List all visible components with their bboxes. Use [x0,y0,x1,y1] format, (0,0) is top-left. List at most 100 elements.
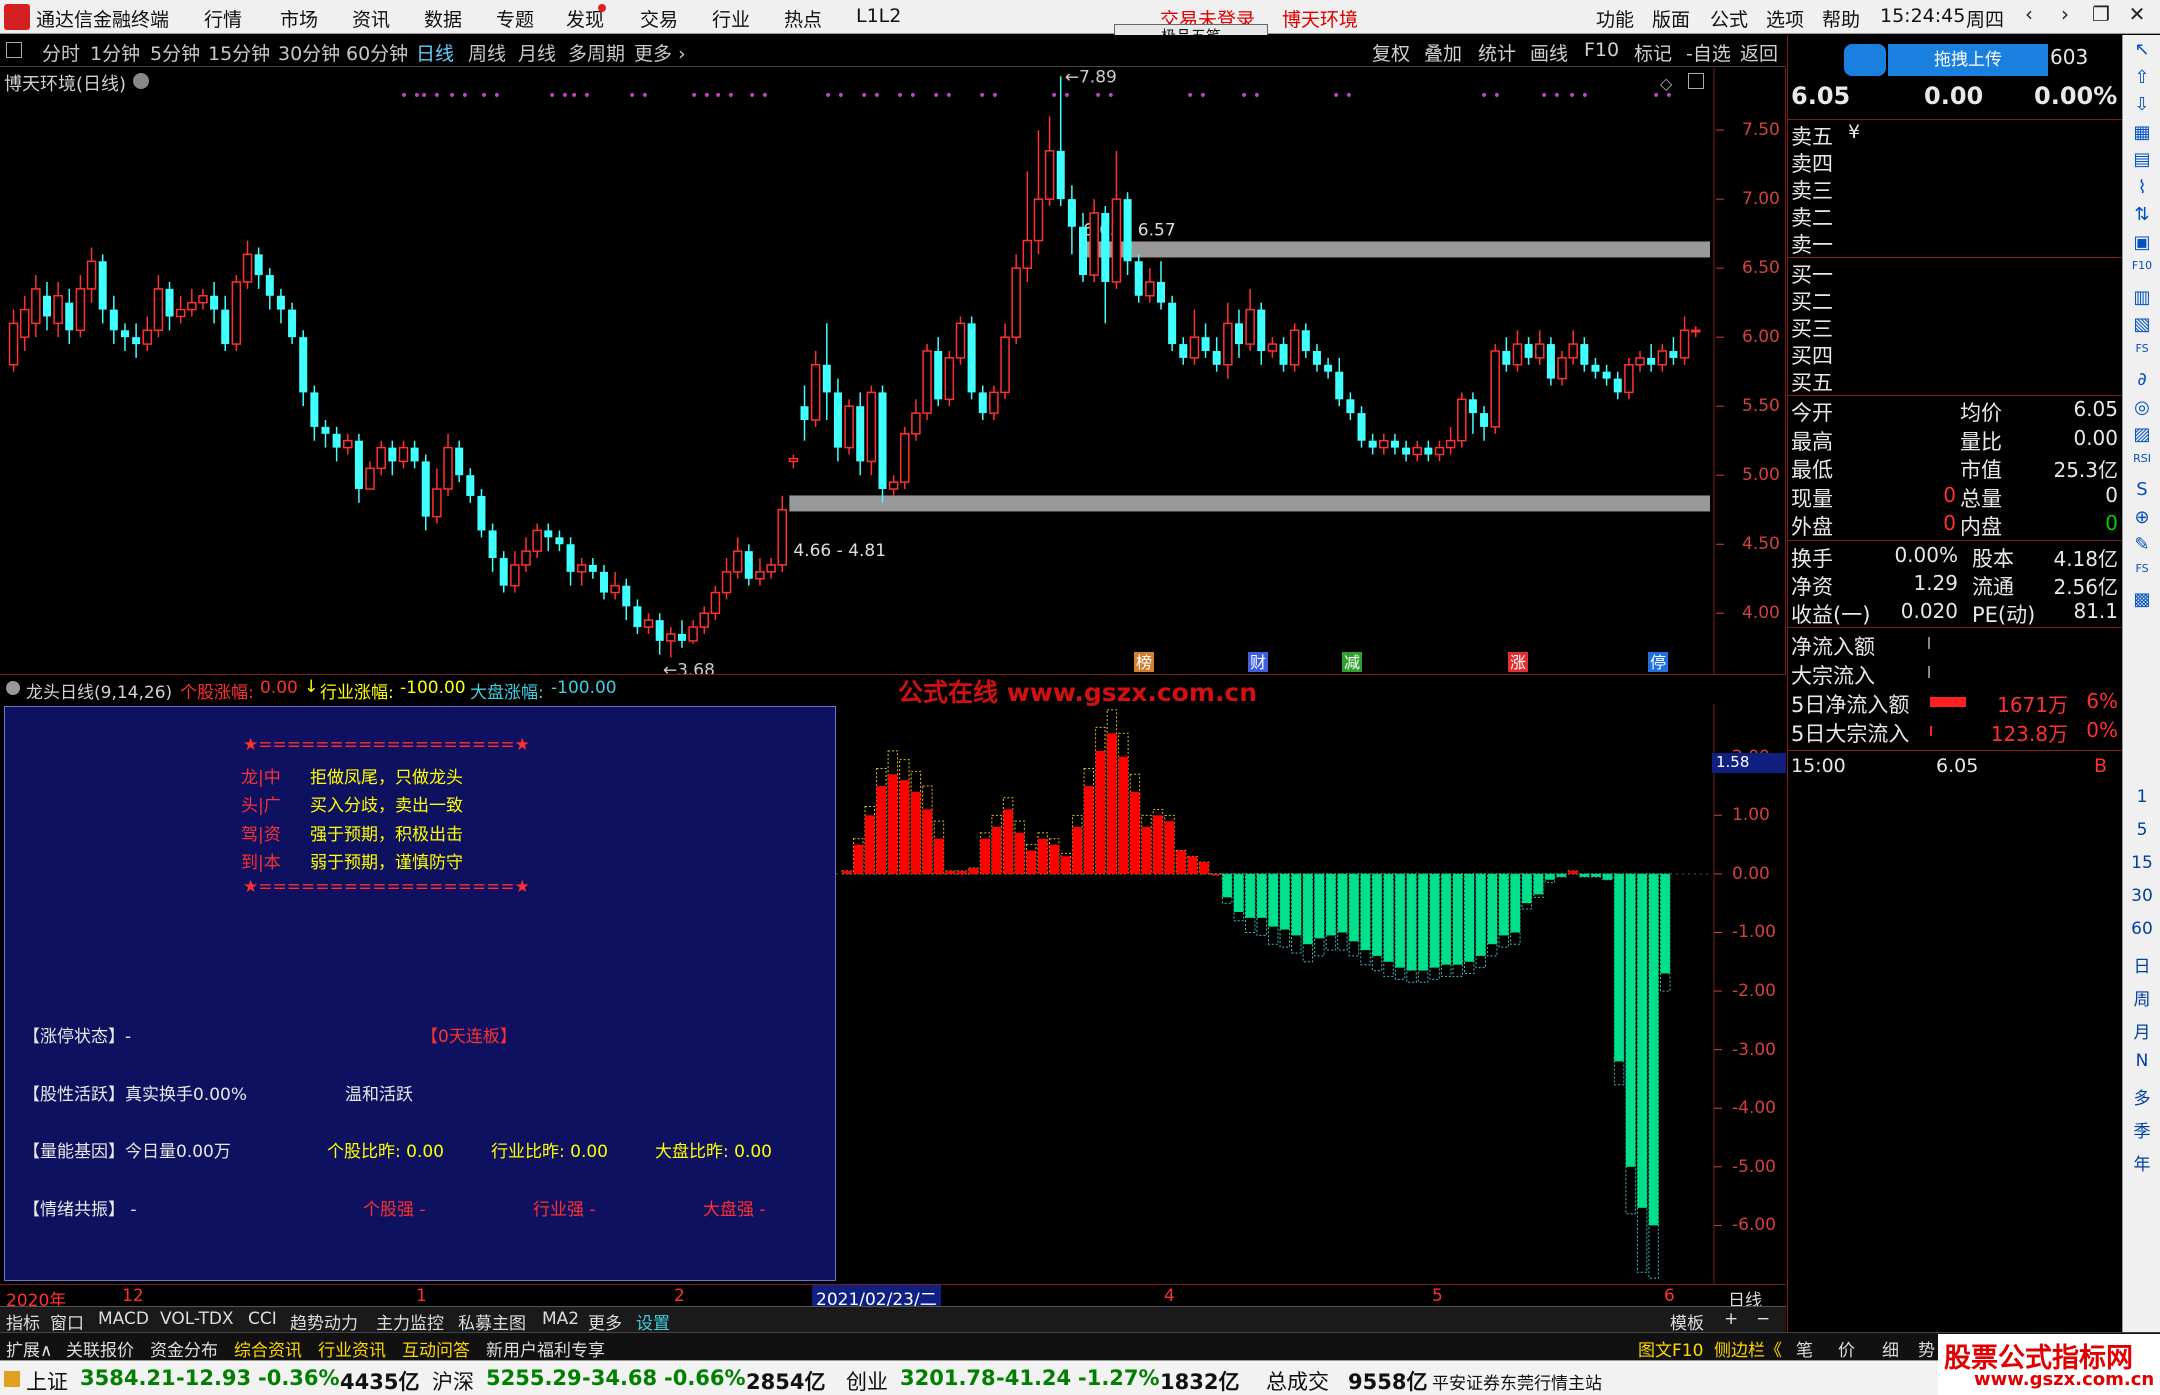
layout-toggle-icon[interactable] [6,42,22,58]
sidebar-tool-icon[interactable]: ▤ [2123,149,2160,170]
chart-tool-button[interactable]: 画线 [1530,39,1568,66]
sidebar-tool-icon[interactable]: ✎ [2123,534,2160,555]
period-tab[interactable]: 周线 [468,39,506,66]
indicator-dropdown-icon[interactable] [6,681,20,695]
indicator-tab[interactable]: 趋势动力 [290,1309,358,1334]
sidebar-tool-icon[interactable]: ▨ [2123,424,2160,445]
restore-window-icon[interactable]: ❐ [2086,2,2116,30]
sidebar-period[interactable]: 年 [2123,1150,2160,1175]
menu-item[interactable]: 数据 [424,5,462,32]
chart-tool-button[interactable]: 叠加 [1424,39,1462,66]
extension-tab[interactable]: 行业资讯 [318,1336,386,1361]
indicator-tab[interactable]: MA2 [542,1309,579,1329]
sidebar-tool-icon[interactable]: ⇩ [2123,94,2160,115]
sidebar-tool-icon[interactable]: ⌇ [2123,177,2160,198]
period-tab[interactable]: 分时 [42,39,80,66]
sidebar-tool-icon[interactable]: ▥ [2123,287,2160,308]
menu-right-item[interactable]: 选项 [1766,5,1804,32]
index-name[interactable]: 沪深 [432,1366,474,1395]
extension-tab[interactable]: 关联报价 [66,1336,134,1361]
upload-cloud-icon[interactable] [1844,44,1886,76]
forward-icon[interactable]: › [2050,2,2080,30]
period-tab[interactable]: 多周期 [568,39,625,66]
sidebar-tool-icon[interactable]: ▩ [2123,589,2160,610]
sidebar-tool-icon[interactable]: FS [2123,342,2160,355]
index-name[interactable]: 上证 [26,1366,68,1395]
indicator-tab[interactable]: 窗口 [50,1309,84,1334]
menu-item[interactable]: 热点 [784,5,822,32]
sidebar-period[interactable]: 5 [2123,820,2160,840]
extension-tab[interactable]: 新用户福利专享 [486,1336,605,1361]
indicator-tab[interactable]: 指标 [6,1309,40,1334]
indicator-tab[interactable]: 更多 [588,1309,622,1334]
extension-tab[interactable]: 资金分布 [150,1336,218,1361]
sidebar-tool-icon[interactable]: ▦ [2123,122,2160,143]
close-icon[interactable]: ✕ [2122,2,2152,30]
sidebar-tool-icon[interactable]: ⊕ [2123,507,2160,528]
sidebar-period[interactable]: 60 [2123,919,2160,939]
menu-item[interactable]: 专题 [496,5,534,32]
extension-tab[interactable]: 扩展∧ [6,1336,52,1361]
menu-item[interactable]: 行情 [204,5,242,32]
main-chart[interactable]: 博天环境(日线) ◇ 6.65 - 6.574.66 - 4.81• •• ••… [0,68,1786,674]
period-tab[interactable]: 日线 [416,39,454,66]
back-icon[interactable]: ‹ [2014,2,2044,30]
broker-server[interactable]: 平安证券东莞行情主站 [1432,1369,1602,1394]
indicator-tab[interactable]: VOL-TDX [160,1309,234,1329]
sidebar-tool-icon[interactable]: FS [2123,562,2160,575]
sidebar-period[interactable]: 1 [2123,787,2160,807]
chart-tool-button[interactable]: 返回 [1740,39,1778,66]
sidebar-period[interactable]: 季 [2123,1117,2160,1142]
sidebar-tool-icon[interactable]: ▧ [2123,314,2160,335]
period-tab[interactable]: 月线 [518,39,556,66]
sidebar-tool-icon[interactable]: F10 [2123,259,2160,272]
period-tab[interactable]: 1分钟 [90,39,140,66]
period-tab[interactable]: 30分钟 [278,39,340,66]
sidebar-tool-icon[interactable]: S [2123,479,2160,500]
sidebar-period[interactable]: N [2123,1051,2160,1071]
sidebar-period[interactable]: 15 [2123,853,2160,873]
extension-right-button[interactable]: 细 [1882,1336,1899,1361]
indicator-tab[interactable]: MACD [98,1309,149,1329]
extension-tab[interactable]: 综合资讯 [234,1336,302,1361]
sidebar-tool-icon[interactable]: ∂ [2123,369,2160,390]
menu-item[interactable]: 交易 [640,5,678,32]
extension-right-button[interactable]: 图文F10 [1638,1336,1703,1361]
menu-right-item[interactable]: 公式 [1710,5,1748,32]
menu-item[interactable]: 行业 [712,5,750,32]
menu-right-item[interactable]: 功能 [1596,5,1634,32]
indicator-tab[interactable]: 设置 [636,1309,670,1334]
menu-item[interactable]: 市场 [280,5,318,32]
sidebar-tool-icon[interactable]: ↖ [2123,39,2160,60]
chart-tool-button[interactable]: 统计 [1478,39,1516,66]
sidebar-tool-icon[interactable]: RSI [2123,452,2160,465]
sidebar-tool-icon[interactable]: ⇧ [2123,67,2160,88]
extension-right-button[interactable]: 价 [1838,1336,1855,1361]
indicator-name[interactable]: 龙头日线(9,14,26) [26,678,172,703]
menu-item[interactable]: 资讯 [352,5,390,32]
chart-tool-button[interactable]: 复权 [1372,39,1410,66]
indicator-tab[interactable]: 私募主图 [458,1309,526,1334]
sidebar-period[interactable]: 周 [2123,985,2160,1010]
tab-right-button[interactable]: 模板 [1670,1309,1704,1334]
menu-right-item[interactable]: 帮助 [1822,5,1860,32]
menu-right-item[interactable]: 版面 [1652,5,1690,32]
indicator-tab[interactable]: 主力监控 [376,1309,444,1334]
extension-right-button[interactable]: 笔 [1796,1336,1813,1361]
sidebar-period[interactable]: 多 [2123,1084,2160,1109]
extension-right-button[interactable]: 势 [1918,1336,1935,1361]
menu-item[interactable]: L1L2 [856,5,901,27]
index-name[interactable]: 创业 [846,1366,888,1395]
tab-right-button[interactable]: − [1756,1309,1770,1329]
candlestick-plot[interactable]: 6.65 - 6.574.66 - 4.81• •• •• •• •• •• •… [0,68,1786,674]
period-tab[interactable]: 60分钟 [346,39,408,66]
sidebar-tool-icon[interactable]: ⇅ [2123,204,2160,225]
sidebar-period[interactable]: 30 [2123,886,2160,906]
chart-tool-button[interactable]: -自选 [1686,39,1731,66]
tab-right-button[interactable]: + [1724,1309,1738,1329]
chart-tool-button[interactable]: 标记 [1634,39,1672,66]
period-tab[interactable]: 15分钟 [208,39,270,66]
extension-tab[interactable]: 互动问答 [402,1336,470,1361]
sidebar-tool-icon[interactable]: ◎ [2123,397,2160,418]
chart-tool-button[interactable]: F10 [1584,39,1619,61]
